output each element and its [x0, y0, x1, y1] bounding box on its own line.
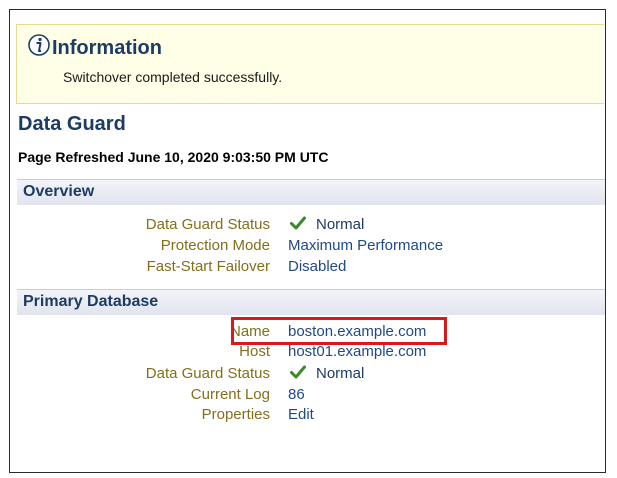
- field-label: Data Guard Status: [145, 365, 270, 382]
- field-label: Fast-Start Failover: [146, 258, 270, 275]
- field-value: Normal: [288, 216, 364, 233]
- overview-row-data-guard-status: Data Guard Status Normal: [10, 216, 600, 236]
- overview-row-protection-mode: Protection Mode Maximum Performance: [10, 237, 600, 257]
- name-highlight-box: [231, 317, 447, 345]
- primary-row-properties: Properties Edit: [10, 406, 600, 426]
- overview-heading: Overview: [23, 183, 95, 200]
- primary-database-section-header: Primary Database: [17, 289, 605, 315]
- field-label: Protection Mode: [160, 237, 270, 254]
- information-message: Switchover completed successfully.: [63, 69, 283, 85]
- page-title: Data Guard: [18, 113, 126, 135]
- information-banner: Information Switchover completed success…: [16, 24, 604, 104]
- check-icon: [290, 365, 306, 379]
- status-text: Normal: [316, 365, 365, 382]
- field-label: Data Guard Status: [145, 216, 270, 233]
- info-icon: [28, 34, 50, 56]
- field-label: Host: [239, 343, 270, 360]
- primary-database-heading: Primary Database: [23, 293, 159, 310]
- overview-row-fast-start-failover: Fast-Start Failover Disabled: [10, 258, 600, 278]
- fast-start-failover-link[interactable]: Disabled: [288, 258, 346, 275]
- protection-mode-link[interactable]: Maximum Performance: [288, 237, 443, 254]
- information-title: Information: [52, 37, 162, 59]
- field-label: Current Log: [190, 386, 270, 403]
- check-icon: [290, 216, 306, 230]
- status-text: Normal: [316, 216, 365, 233]
- overview-section-header: Overview: [17, 179, 605, 205]
- edit-properties-link[interactable]: Edit: [288, 406, 314, 423]
- field-value: Normal: [288, 365, 364, 382]
- primary-row-data-guard-status: Data Guard Status Normal: [10, 365, 600, 385]
- field-label: Properties: [201, 406, 270, 423]
- primary-row-host: Host host01.example.com: [10, 343, 600, 363]
- current-log-link[interactable]: 86: [288, 386, 305, 403]
- page-refreshed-timestamp: Page Refreshed June 10, 2020 9:03:50 PM …: [18, 149, 329, 165]
- host-link[interactable]: host01.example.com: [288, 343, 426, 360]
- primary-row-current-log: Current Log 86: [10, 386, 600, 406]
- page-frame: Information Switchover completed success…: [9, 9, 606, 473]
